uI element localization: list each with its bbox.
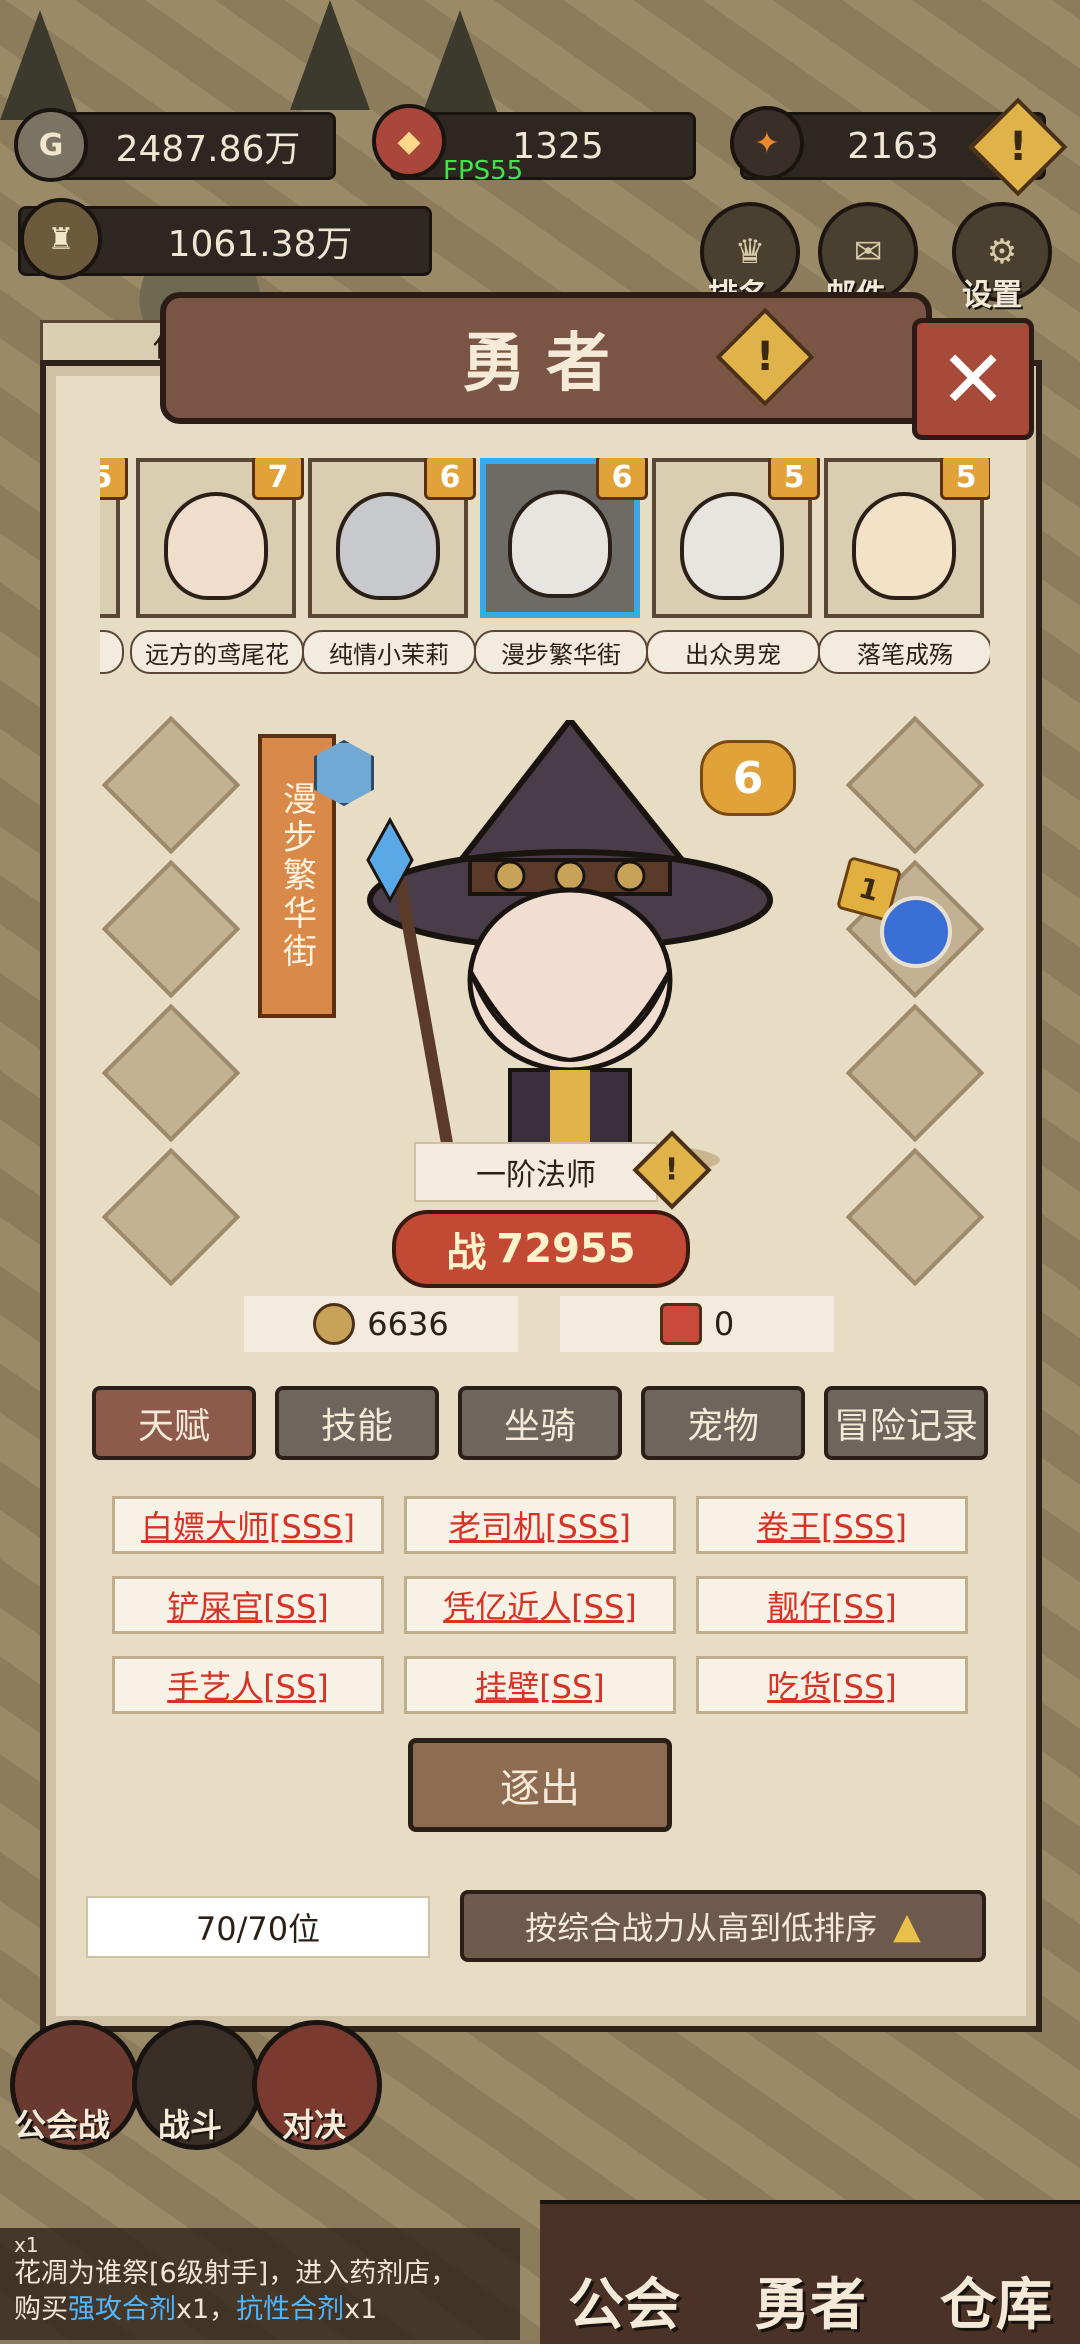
hero-name: 纯情小茉莉 [302,630,476,674]
hero-level-badge: 7 [252,458,304,500]
log-item: 抗性合剂 [236,2294,345,2325]
hero-portrait [336,492,440,600]
battle-label: 战斗 [158,2106,223,2144]
close-icon: ✕ [939,332,1007,426]
talent-link[interactable]: 手艺人[SS] [112,1656,384,1714]
log-item: 强攻合剂 [68,2294,176,2325]
log-mid: x1， [176,2294,237,2325]
panel-title-bar: 勇者 [160,292,932,424]
talent-link[interactable]: 铲屎官[SS] [112,1576,384,1634]
coin-stat: 6636 [244,1296,518,1352]
hero-name: 远方的鸢尾花 [130,630,304,674]
sort-label: 按综合战力从高到低排序 [525,1909,878,1947]
guild-nav[interactable]: 公会 [568,2260,680,2341]
warehouse-nav[interactable]: 仓库 [940,2260,1052,2341]
log-suffix: x1 [344,2294,378,2325]
tab-adventure-log[interactable]: 冒险记录 [824,1386,988,1460]
hero-strip[interactable]: 5 伤 7 远方的鸢尾花 6 纯情小茉莉 6 漫步繁华街 5 出众男宠 5 落笔… [100,458,990,678]
fps-counter: FPS55 [443,156,524,186]
total-power-value: 1061.38万 [167,224,353,265]
tree-decoration [290,0,370,110]
tab-pet[interactable]: 宠物 [641,1386,805,1460]
hero-name: 伤 [100,630,124,674]
hero-level-badge: 5 [768,458,820,500]
arrow-up-icon: ▲ [893,1905,921,1947]
talent-link[interactable]: 凭亿近人[SS] [404,1576,676,1634]
gem-value: 2163 [847,125,939,167]
item-badge-level: 1 [855,870,883,908]
tree-decoration [0,10,80,120]
hero-level-badge: 5 [940,458,990,500]
hero-name: 出众男宠 [646,630,820,674]
capacity-display: 70/70位 [86,1896,430,1958]
sort-button[interactable]: 按综合战力从高到低排序 ▲ [460,1890,986,1962]
ticket-stat: 0 [560,1296,834,1352]
tab-skill[interactable]: 技能 [275,1386,439,1460]
talent-link[interactable]: 吃货[SS] [696,1656,968,1714]
tree-decoration [420,10,500,120]
ticket-value: 0 [713,1305,735,1343]
hero-name: 落笔成殇 [818,630,990,674]
log-prefix: 购买 [14,2294,68,2325]
coin-icon [313,1303,356,1345]
power-value: 1325 [512,125,604,167]
talent-link[interactable]: 卷王[SSS] [696,1496,968,1554]
hero-portrait [164,492,268,600]
coin-value: 6636 [367,1305,449,1343]
shield-icon: ◆ [372,104,446,178]
log-line1: 花凋为谁祭[6级射手]，进入药剂店， [14,2258,458,2289]
tab-mount[interactable]: 坐骑 [458,1386,622,1460]
log-line2: 购买强攻合剂x1，抗性合剂x1 [14,2292,506,2328]
trophy-icon: ♜ [20,198,102,280]
ticket-icon [659,1303,702,1345]
duel-label: 对决 [282,2106,347,2144]
settings-label: 设置 [962,278,1022,313]
talent-link[interactable]: 靓仔[SS] [696,1576,968,1634]
hero-level-badge: 5 [100,458,128,500]
gold-value: 2487.86万 [115,129,301,170]
hero-level-badge: 6 [424,458,476,500]
talent-link[interactable]: 白嫖大师[SSS] [112,1496,384,1554]
combat-power-value: 72955 [496,1226,636,1272]
class-title: 一阶法师 [414,1142,658,1202]
log-count: x1 [14,2233,39,2257]
combat-power-badge: 战 72955 [392,1210,690,1288]
hero-level-badge: 6 [596,458,648,500]
crystal-icon: ✦ [730,106,804,180]
event-log[interactable]: x1 花凋为谁祭[6级射手]，进入药剂店， 购买强攻合剂x1，抗性合剂x1 [0,2228,520,2340]
guild-war-label: 公会战 [14,2106,111,2144]
talent-link[interactable]: 老司机[SSS] [404,1496,676,1554]
close-button[interactable]: ✕ [912,318,1034,440]
expel-button[interactable]: 逐出 [408,1738,672,1832]
hero-portrait [680,492,784,600]
combat-label: 战 [446,1230,487,1276]
hero-portrait [508,490,612,598]
tab-talent[interactable]: 天赋 [92,1386,256,1460]
star-level: 6 [732,752,764,804]
talent-link[interactable]: 挂壁[SS] [404,1656,676,1714]
panel-title: 勇者 [462,326,630,401]
hero-nav[interactable]: 勇者 [754,2260,866,2341]
orb-item-icon[interactable] [880,896,952,968]
star-level-badge: 6 [700,740,796,816]
hero-name: 漫步繁华街 [474,630,648,674]
hero-portrait [852,492,956,600]
gold-coin-icon: G [14,108,88,182]
